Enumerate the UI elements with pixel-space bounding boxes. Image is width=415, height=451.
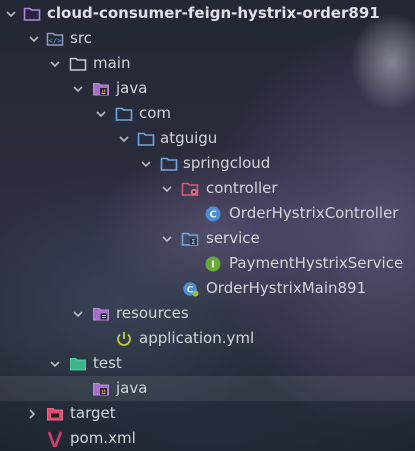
tree-row-target[interactable]: target <box>0 401 415 426</box>
java-source-root-icon <box>92 80 110 97</box>
tree-label-src[interactable]: src <box>70 26 92 51</box>
spring-boot-main-class-icon: C <box>182 280 200 297</box>
tree-label-com[interactable]: com <box>139 101 171 126</box>
package-icon <box>160 155 178 172</box>
tree-label-main[interactable]: main <box>93 51 130 76</box>
chevron-down-icon[interactable] <box>159 176 175 201</box>
svg-text:I: I <box>211 259 215 270</box>
tree-row-project-root[interactable]: cloud-consumer-feign-hystrix-order891 <box>0 1 415 26</box>
chevron-down-icon[interactable] <box>159 226 175 251</box>
tree-row-springcloud[interactable]: springcloud <box>0 151 415 176</box>
tree-label-target[interactable]: target <box>70 401 116 426</box>
package-icon <box>137 130 155 147</box>
tree-label-java-test[interactable]: java <box>116 376 147 401</box>
folder-icon <box>69 55 87 72</box>
tree-label-service[interactable]: service <box>206 226 260 251</box>
tree-row-resources[interactable]: resources <box>0 301 415 326</box>
class-icon: C <box>204 205 222 222</box>
tree-row-atguigu[interactable]: atguigu <box>0 126 415 151</box>
tree-label-test[interactable]: test <box>93 351 122 376</box>
tree-label-controller[interactable]: controller <box>206 176 278 201</box>
tree-label-main-class[interactable]: OrderHystrixMain891 <box>206 276 366 301</box>
tree-label-pom[interactable]: pom.xml <box>70 426 136 451</box>
tree-row-controller[interactable]: controller <box>0 176 415 201</box>
chevron-down-icon[interactable] <box>26 26 42 51</box>
package-icon <box>115 105 133 122</box>
tree-row-main[interactable]: main <box>0 51 415 76</box>
tree-row-payment-service[interactable]: I PaymentHystrixService <box>0 251 415 276</box>
tree-row-order-controller[interactable]: C OrderHystrixController <box>0 201 415 226</box>
tree-row-pom[interactable]: pom.xml <box>0 426 415 451</box>
tree-label-atguigu[interactable]: atguigu <box>160 126 217 151</box>
chevron-down-icon[interactable] <box>70 301 86 326</box>
chevron-right-icon[interactable] <box>24 401 40 426</box>
tree-row-service[interactable]: Σ service <box>0 226 415 251</box>
tree-row-com[interactable]: com <box>0 101 415 126</box>
tree-row-java-main[interactable]: java <box>0 76 415 101</box>
svg-text:Σ: Σ <box>191 238 195 246</box>
chevron-down-icon[interactable] <box>138 151 154 176</box>
spring-yml-icon <box>115 330 133 347</box>
tree-row-src[interactable]: </> src <box>0 26 415 51</box>
chevron-down-icon[interactable] <box>47 351 63 376</box>
tree-row-main-class[interactable]: C OrderHystrixMain891 <box>0 276 415 301</box>
chevron-down-icon[interactable] <box>47 51 63 76</box>
project-name[interactable]: cloud-consumer-feign-hystrix-order891 <box>47 1 380 26</box>
tree-row-test[interactable]: test <box>0 351 415 376</box>
resources-folder-icon <box>92 305 110 322</box>
tree-label-order-controller[interactable]: OrderHystrixController <box>229 201 398 226</box>
chevron-down-icon[interactable] <box>116 126 132 151</box>
tree-row-java-test[interactable]: java <box>0 376 415 401</box>
tree-label-application-yml[interactable]: application.yml <box>139 326 254 351</box>
folder-icon <box>23 5 41 22</box>
source-folder-icon: </> <box>46 30 64 47</box>
maven-icon <box>46 430 64 447</box>
chevron-down-icon[interactable] <box>3 1 19 26</box>
controller-package-icon <box>181 180 199 197</box>
tree-label-springcloud[interactable]: springcloud <box>183 151 270 176</box>
project-tree[interactable]: cloud-consumer-feign-hystrix-order891 </… <box>0 0 415 451</box>
test-folder-icon <box>69 355 87 372</box>
service-package-icon: Σ <box>181 230 199 247</box>
tree-label-java[interactable]: java <box>116 76 147 101</box>
tree-label-resources[interactable]: resources <box>116 301 189 326</box>
chevron-down-icon[interactable] <box>70 76 86 101</box>
excluded-folder-icon <box>46 405 64 422</box>
interface-icon: I <box>204 255 222 272</box>
tree-label-payment-service[interactable]: PaymentHystrixService <box>229 251 403 276</box>
svg-text:</>: </> <box>49 37 62 45</box>
tree-row-application-yml[interactable]: application.yml <box>0 326 415 351</box>
chevron-down-icon[interactable] <box>93 101 109 126</box>
svg-text:C: C <box>209 209 216 220</box>
java-source-root-icon <box>92 380 110 397</box>
